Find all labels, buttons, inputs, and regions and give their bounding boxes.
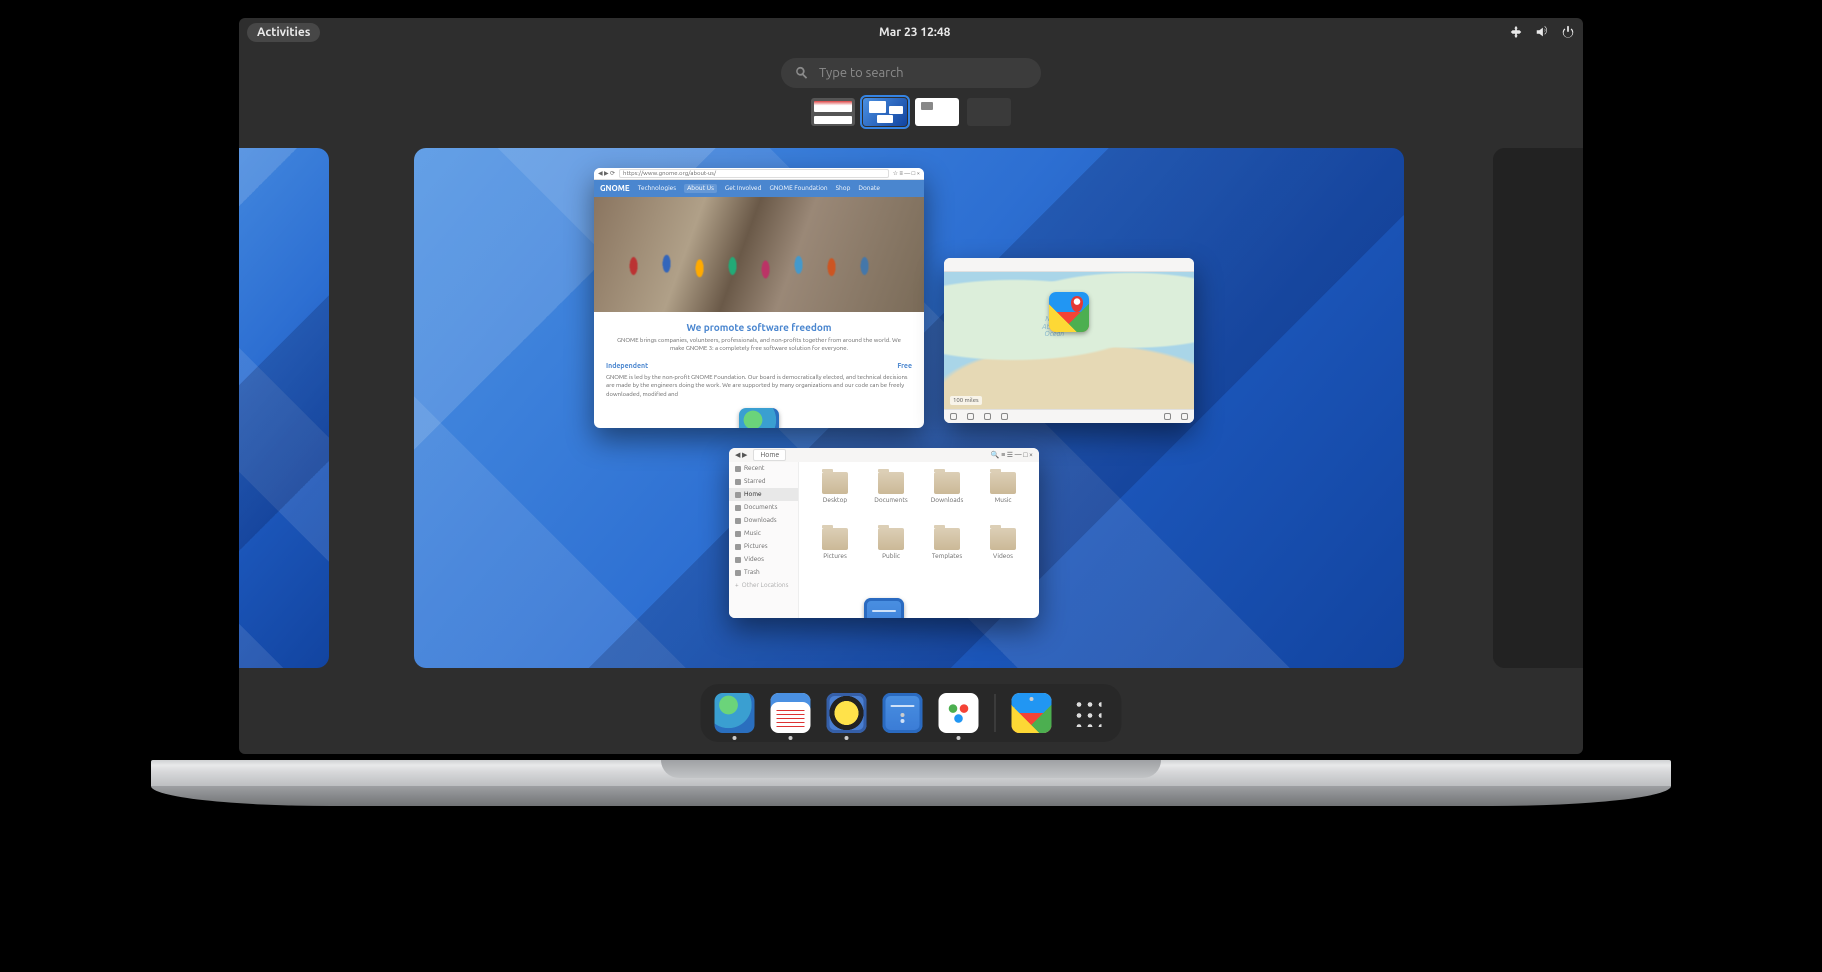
dock-music[interactable] [827, 693, 867, 733]
workspace-thumb-1[interactable] [811, 98, 855, 126]
top-panel: Activities Mar 23 12:48 [239, 18, 1583, 46]
window-preview-maps[interactable]: NorthAtlanticOcean 100 miles [944, 258, 1194, 423]
search-icon [795, 66, 809, 80]
gnome-activities-overview: Activities Mar 23 12:48 [239, 18, 1583, 754]
dock-maps[interactable] [1012, 693, 1052, 733]
maps-icon [1049, 292, 1089, 332]
dash [701, 684, 1122, 742]
files-sidebar: Recent Starred Home Documents Downloads … [729, 462, 799, 618]
search-bar[interactable] [781, 58, 1041, 88]
power-icon [1561, 25, 1575, 39]
workspace-peek-right[interactable] [1493, 148, 1583, 668]
maps-titlebar [944, 258, 1194, 272]
dock-separator [995, 694, 996, 732]
current-workspace: ◀ ▶ ⟳ https://www.gnome.org/about-us/ ☆ … [414, 148, 1404, 668]
activities-button[interactable]: Activities [247, 23, 320, 42]
network-icon [1509, 25, 1523, 39]
laptop-base [151, 760, 1671, 806]
clock-button[interactable]: Mar 23 12:48 [879, 26, 950, 39]
workspace-thumb-3[interactable] [915, 98, 959, 126]
gnome-site-nav: GNOME Technologies About Us Get Involved… [594, 180, 924, 197]
files-icon [864, 598, 904, 618]
files-headerbar: ◀ ▶ Home 🔍 ≡ ☰ — □ × [729, 448, 1039, 462]
workspace-thumb-4[interactable] [967, 98, 1011, 126]
gnome-hero-photo [594, 197, 924, 312]
maps-toolbar [944, 409, 1194, 423]
gnome-headline: We promote software freedom [594, 312, 924, 337]
map-scale: 100 miles [950, 396, 982, 405]
browser-address-bar: ◀ ▶ ⟳ https://www.gnome.org/about-us/ ☆ … [594, 168, 924, 180]
dock-files[interactable] [883, 693, 923, 733]
workspace-peek-left[interactable] [239, 148, 329, 668]
workspace-switcher [811, 98, 1011, 126]
files-icon-grid: Desktop Documents Downloads Music Pictur… [799, 462, 1039, 618]
dock-software[interactable] [939, 693, 979, 733]
show-applications-button[interactable] [1068, 693, 1108, 733]
window-preview-files[interactable]: ◀ ▶ Home 🔍 ≡ ☰ — □ × Recent Starred Home… [729, 448, 1039, 618]
dock-calendar[interactable] [771, 693, 811, 733]
gnome-blurb: GNOME brings companies, volunteers, prof… [594, 337, 924, 362]
web-browser-icon [739, 408, 779, 428]
dock-web-browser[interactable] [715, 693, 755, 733]
window-preview-web[interactable]: ◀ ▶ ⟳ https://www.gnome.org/about-us/ ☆ … [594, 168, 924, 428]
search-input[interactable] [819, 66, 1027, 80]
system-status-area[interactable] [1509, 25, 1575, 39]
gnome-columns: Independent Free [594, 362, 924, 370]
workspace-thumb-2[interactable] [863, 98, 907, 126]
volume-icon [1535, 25, 1549, 39]
